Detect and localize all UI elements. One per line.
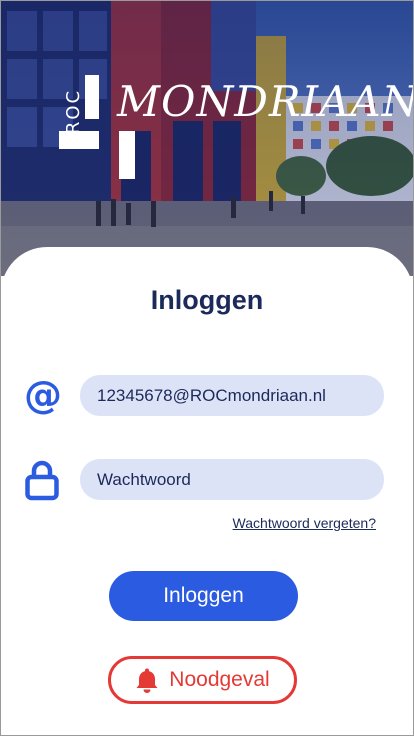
logo-bar xyxy=(119,131,135,179)
forgot-password-link[interactable]: Wachtwoord vergeten? xyxy=(233,515,376,531)
logo-bar xyxy=(59,131,99,149)
page-title: Inloggen xyxy=(150,285,264,315)
lock-icon xyxy=(25,459,59,501)
bell-icon xyxy=(136,668,158,693)
logo-roc-text: ROC xyxy=(63,88,85,135)
emergency-button[interactable]: Noodgeval xyxy=(108,656,297,704)
email-field[interactable] xyxy=(80,375,384,416)
login-button[interactable]: Inloggen xyxy=(109,571,298,621)
hero-image: ROC MONDRIAAN xyxy=(1,1,413,276)
roc-mondriaan-logo: ROC MONDRIAAN xyxy=(57,73,413,183)
app-frame: ROC MONDRIAAN Inloggen @ Wachtwoord verg… xyxy=(0,0,414,736)
emergency-button-label: Noodgeval xyxy=(169,668,270,691)
logo-bar xyxy=(85,75,99,119)
at-icon: @ xyxy=(24,373,62,417)
logo-wordmark: MONDRIAAN xyxy=(117,77,413,126)
password-field[interactable] xyxy=(80,459,384,500)
